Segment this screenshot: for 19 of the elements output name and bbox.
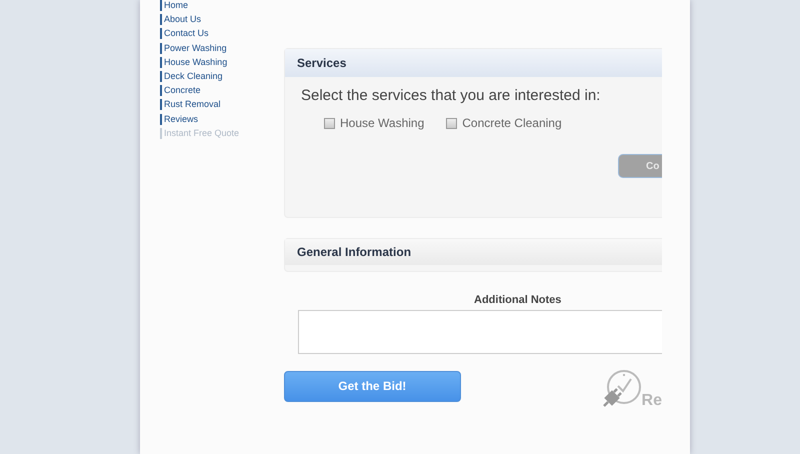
nav-link[interactable]: Power Washing xyxy=(160,42,227,54)
panel-title: Services xyxy=(285,49,662,77)
checkbox-label: House Washing xyxy=(340,116,424,130)
prompt-text: Select the services that you are interested in: xyxy=(301,87,602,104)
checkbox[interactable] xyxy=(446,118,458,128)
nav-link[interactable]: Contact Us xyxy=(160,28,209,40)
nav-link[interactable]: Reviews xyxy=(160,114,198,124)
nav-link[interactable]: Deck Cleaning xyxy=(160,70,223,82)
nav-link[interactable]: About Us xyxy=(160,14,202,26)
checkbox[interactable] xyxy=(324,118,335,128)
nav-link[interactable]: Home xyxy=(160,0,188,11)
nav-link[interactable]: House Washing xyxy=(160,56,228,68)
notes-field[interactable] xyxy=(298,310,662,354)
notes-label: Additional Notes xyxy=(473,294,562,306)
checkbox-label: Concrete Cleaning xyxy=(462,116,562,130)
nav-link[interactable]: Concrete xyxy=(160,85,201,96)
logo-text: Re xyxy=(642,392,662,410)
nav-link[interactable]: Rust Removal xyxy=(160,99,221,110)
panel-title: General Information xyxy=(285,239,662,265)
